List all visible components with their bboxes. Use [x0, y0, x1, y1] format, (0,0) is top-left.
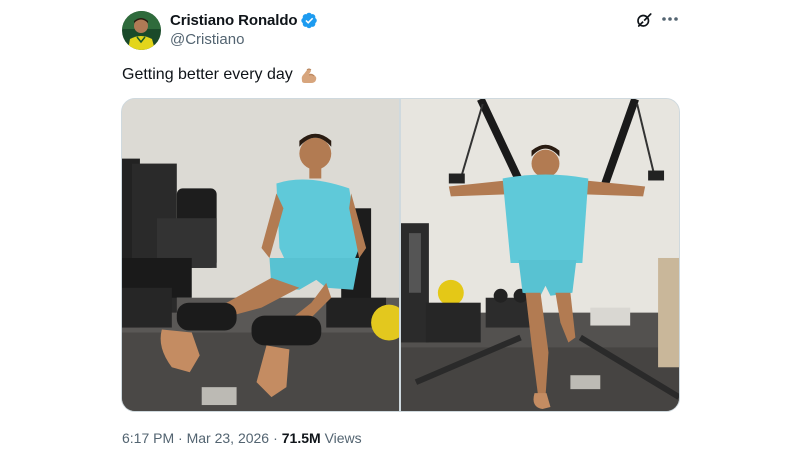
views-label: Views	[324, 430, 362, 446]
author-handle[interactable]: @Cristiano	[170, 31, 244, 48]
tweet-meta: 6:17 PM · Mar 23, 2026 · 71.5M Views	[122, 430, 362, 446]
tweet-time-link[interactable]: 6:17 PM · Mar 23, 2026	[122, 430, 269, 446]
meta-separator: ·	[273, 430, 278, 446]
tweet-time: 6:17 PM	[122, 430, 175, 446]
grok-icon	[637, 13, 652, 27]
grok-button[interactable]	[633, 9, 655, 31]
views-count: 71.5M	[281, 430, 321, 446]
tweet: Cristiano Ronaldo @Cristiano Getting bet…	[0, 0, 800, 450]
avatar[interactable]	[122, 11, 161, 50]
author-name-row: Cristiano Ronaldo	[170, 11, 318, 29]
author-display-name[interactable]: Cristiano Ronaldo	[170, 12, 298, 29]
more-options-button[interactable]	[658, 8, 682, 30]
verified-badge-icon	[301, 12, 318, 28]
views-link[interactable]: 71.5M Views	[282, 430, 362, 446]
meta-separator: ·	[178, 430, 183, 446]
tweet-date: Mar 23, 2026	[186, 430, 270, 446]
tweet-text: Getting better every day	[122, 65, 319, 85]
tweet-text-content: Getting better every day	[122, 66, 293, 83]
avatar-image	[122, 11, 161, 50]
flexed-biceps-icon	[301, 68, 317, 83]
media-grid	[121, 98, 680, 412]
photo-leg-extension-machine-icon	[122, 99, 399, 411]
photo-cable-crossover[interactable]	[401, 99, 679, 411]
photo-cable-crossover-icon	[401, 99, 679, 411]
photo-leg-extension[interactable]	[122, 99, 399, 411]
more-dots-icon	[662, 17, 678, 21]
